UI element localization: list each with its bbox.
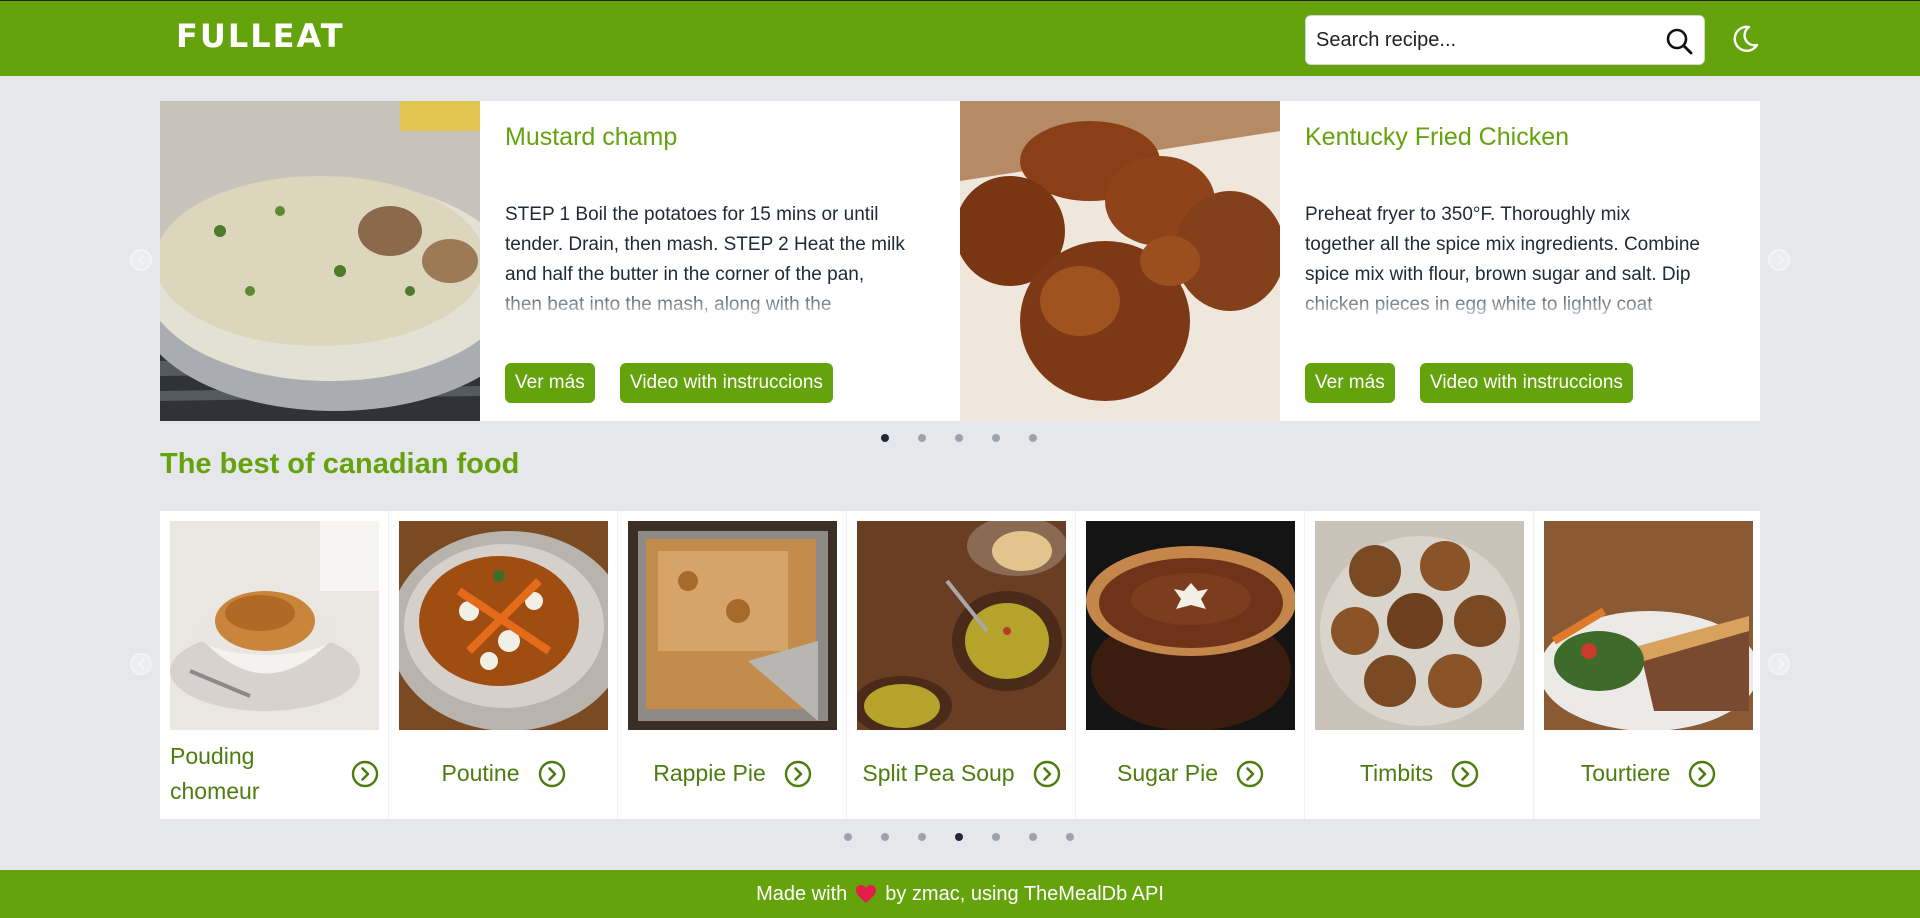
moon-icon[interactable] bbox=[1729, 23, 1761, 55]
recipe-thumbnail[interactable] bbox=[1086, 521, 1295, 730]
pagination-dot[interactable] bbox=[881, 833, 889, 841]
more-button[interactable]: Ver más bbox=[1305, 363, 1395, 403]
recipe-label[interactable]: Timbits bbox=[1305, 736, 1534, 811]
recipe-card[interactable]: Poutine bbox=[389, 511, 618, 819]
recipe-label[interactable]: Sugar Pie bbox=[1076, 736, 1305, 811]
pagination-dot[interactable] bbox=[918, 434, 926, 442]
chevron-right-circle-icon[interactable] bbox=[351, 760, 379, 788]
carousel-prev-icon[interactable] bbox=[130, 249, 152, 271]
footer: Made with by zmac, using TheMealDb API bbox=[0, 870, 1920, 918]
recipe-name[interactable]: Split Pea Soup bbox=[862, 756, 1014, 791]
canadian-pagination bbox=[844, 833, 1074, 841]
recipe-label[interactable]: Tourtiere bbox=[1534, 736, 1763, 811]
recipe-thumbnail[interactable] bbox=[1315, 521, 1524, 730]
recipe-thumbnail[interactable] bbox=[857, 521, 1066, 730]
footer-text-after: by zmac, using TheMealDb API bbox=[885, 882, 1164, 905]
recipe-name[interactable]: Sugar Pie bbox=[1117, 756, 1218, 791]
carousel-prev-icon[interactable] bbox=[130, 653, 152, 675]
search-icon[interactable] bbox=[1664, 26, 1694, 56]
recipe-card[interactable]: Timbits bbox=[1305, 511, 1534, 819]
recipe-label[interactable]: Pouding chomeur bbox=[160, 736, 389, 811]
top-navbar: FULLEAT bbox=[0, 0, 1920, 76]
featured-image[interactable] bbox=[960, 101, 1280, 421]
footer-text-before: Made with bbox=[756, 882, 848, 905]
featured-description: STEP 1 Boil the potatoes for 15 mins or … bbox=[505, 204, 905, 315]
chevron-right-circle-icon[interactable] bbox=[538, 760, 566, 788]
pagination-dot[interactable] bbox=[1066, 833, 1074, 841]
featured-carousel: Mustard champ STEP 1 Boil the potatoes f… bbox=[160, 101, 1760, 421]
recipe-thumbnail[interactable] bbox=[170, 521, 379, 730]
search-input[interactable] bbox=[1316, 24, 1656, 56]
recipe-label[interactable]: Poutine bbox=[389, 736, 618, 811]
heart-icon bbox=[856, 885, 877, 903]
recipe-name[interactable]: Tourtiere bbox=[1581, 756, 1670, 791]
featured-card: Kentucky Fried Chicken Preheat fryer to … bbox=[960, 101, 1760, 421]
recipe-thumbnail[interactable] bbox=[1544, 521, 1753, 730]
recipe-card[interactable]: Split Pea Soup bbox=[847, 511, 1076, 819]
chevron-right-circle-icon[interactable] bbox=[784, 760, 812, 788]
recipe-card[interactable]: Rappie Pie bbox=[618, 511, 847, 819]
chevron-right-circle-icon[interactable] bbox=[1033, 760, 1061, 788]
recipe-name[interactable]: Rappie Pie bbox=[653, 756, 766, 791]
featured-description: Preheat fryer to 350°F. Thoroughly mix t… bbox=[1305, 204, 1700, 315]
recipe-label[interactable]: Split Pea Soup bbox=[847, 736, 1076, 811]
section-title: The best of canadian food bbox=[160, 448, 520, 480]
more-button[interactable]: Ver más bbox=[505, 363, 595, 403]
featured-image[interactable] bbox=[160, 101, 480, 421]
chevron-right-circle-icon[interactable] bbox=[1451, 760, 1479, 788]
pagination-dot[interactable] bbox=[1029, 833, 1037, 841]
chevron-right-circle-icon[interactable] bbox=[1688, 760, 1716, 788]
pagination-dot[interactable] bbox=[992, 833, 1000, 841]
featured-pagination bbox=[881, 434, 1037, 442]
canadian-carousel: Pouding chomeur Poutine Rappie Pie Split… bbox=[160, 511, 1760, 819]
pagination-dot[interactable] bbox=[881, 434, 889, 442]
featured-title[interactable]: Mustard champ bbox=[505, 123, 677, 152]
featured-title[interactable]: Kentucky Fried Chicken bbox=[1305, 123, 1569, 152]
pagination-dot[interactable] bbox=[1029, 434, 1037, 442]
recipe-thumbnail[interactable] bbox=[399, 521, 608, 730]
recipe-card[interactable]: Pouding chomeur bbox=[160, 511, 389, 819]
pagination-dot[interactable] bbox=[844, 833, 852, 841]
logo[interactable]: FULLEAT bbox=[176, 17, 345, 55]
pagination-dot[interactable] bbox=[955, 434, 963, 442]
recipe-thumbnail[interactable] bbox=[628, 521, 837, 730]
pagination-dot[interactable] bbox=[992, 434, 1000, 442]
chevron-right-circle-icon[interactable] bbox=[1236, 760, 1264, 788]
recipe-name[interactable]: Poutine bbox=[441, 756, 519, 791]
recipe-card[interactable]: Sugar Pie bbox=[1076, 511, 1305, 819]
recipe-card[interactable]: Tourtiere bbox=[1534, 511, 1763, 819]
search-box[interactable] bbox=[1305, 15, 1705, 65]
carousel-next-icon[interactable] bbox=[1768, 653, 1790, 675]
featured-card: Mustard champ STEP 1 Boil the potatoes f… bbox=[160, 101, 960, 421]
video-button[interactable]: Video with instruccions bbox=[620, 363, 833, 403]
pagination-dot[interactable] bbox=[955, 833, 963, 841]
carousel-next-icon[interactable] bbox=[1768, 249, 1790, 271]
recipe-label[interactable]: Rappie Pie bbox=[618, 736, 847, 811]
recipe-name[interactable]: Timbits bbox=[1360, 756, 1433, 791]
video-button[interactable]: Video with instruccions bbox=[1420, 363, 1633, 403]
pagination-dot[interactable] bbox=[918, 833, 926, 841]
recipe-name[interactable]: Pouding chomeur bbox=[170, 739, 320, 809]
